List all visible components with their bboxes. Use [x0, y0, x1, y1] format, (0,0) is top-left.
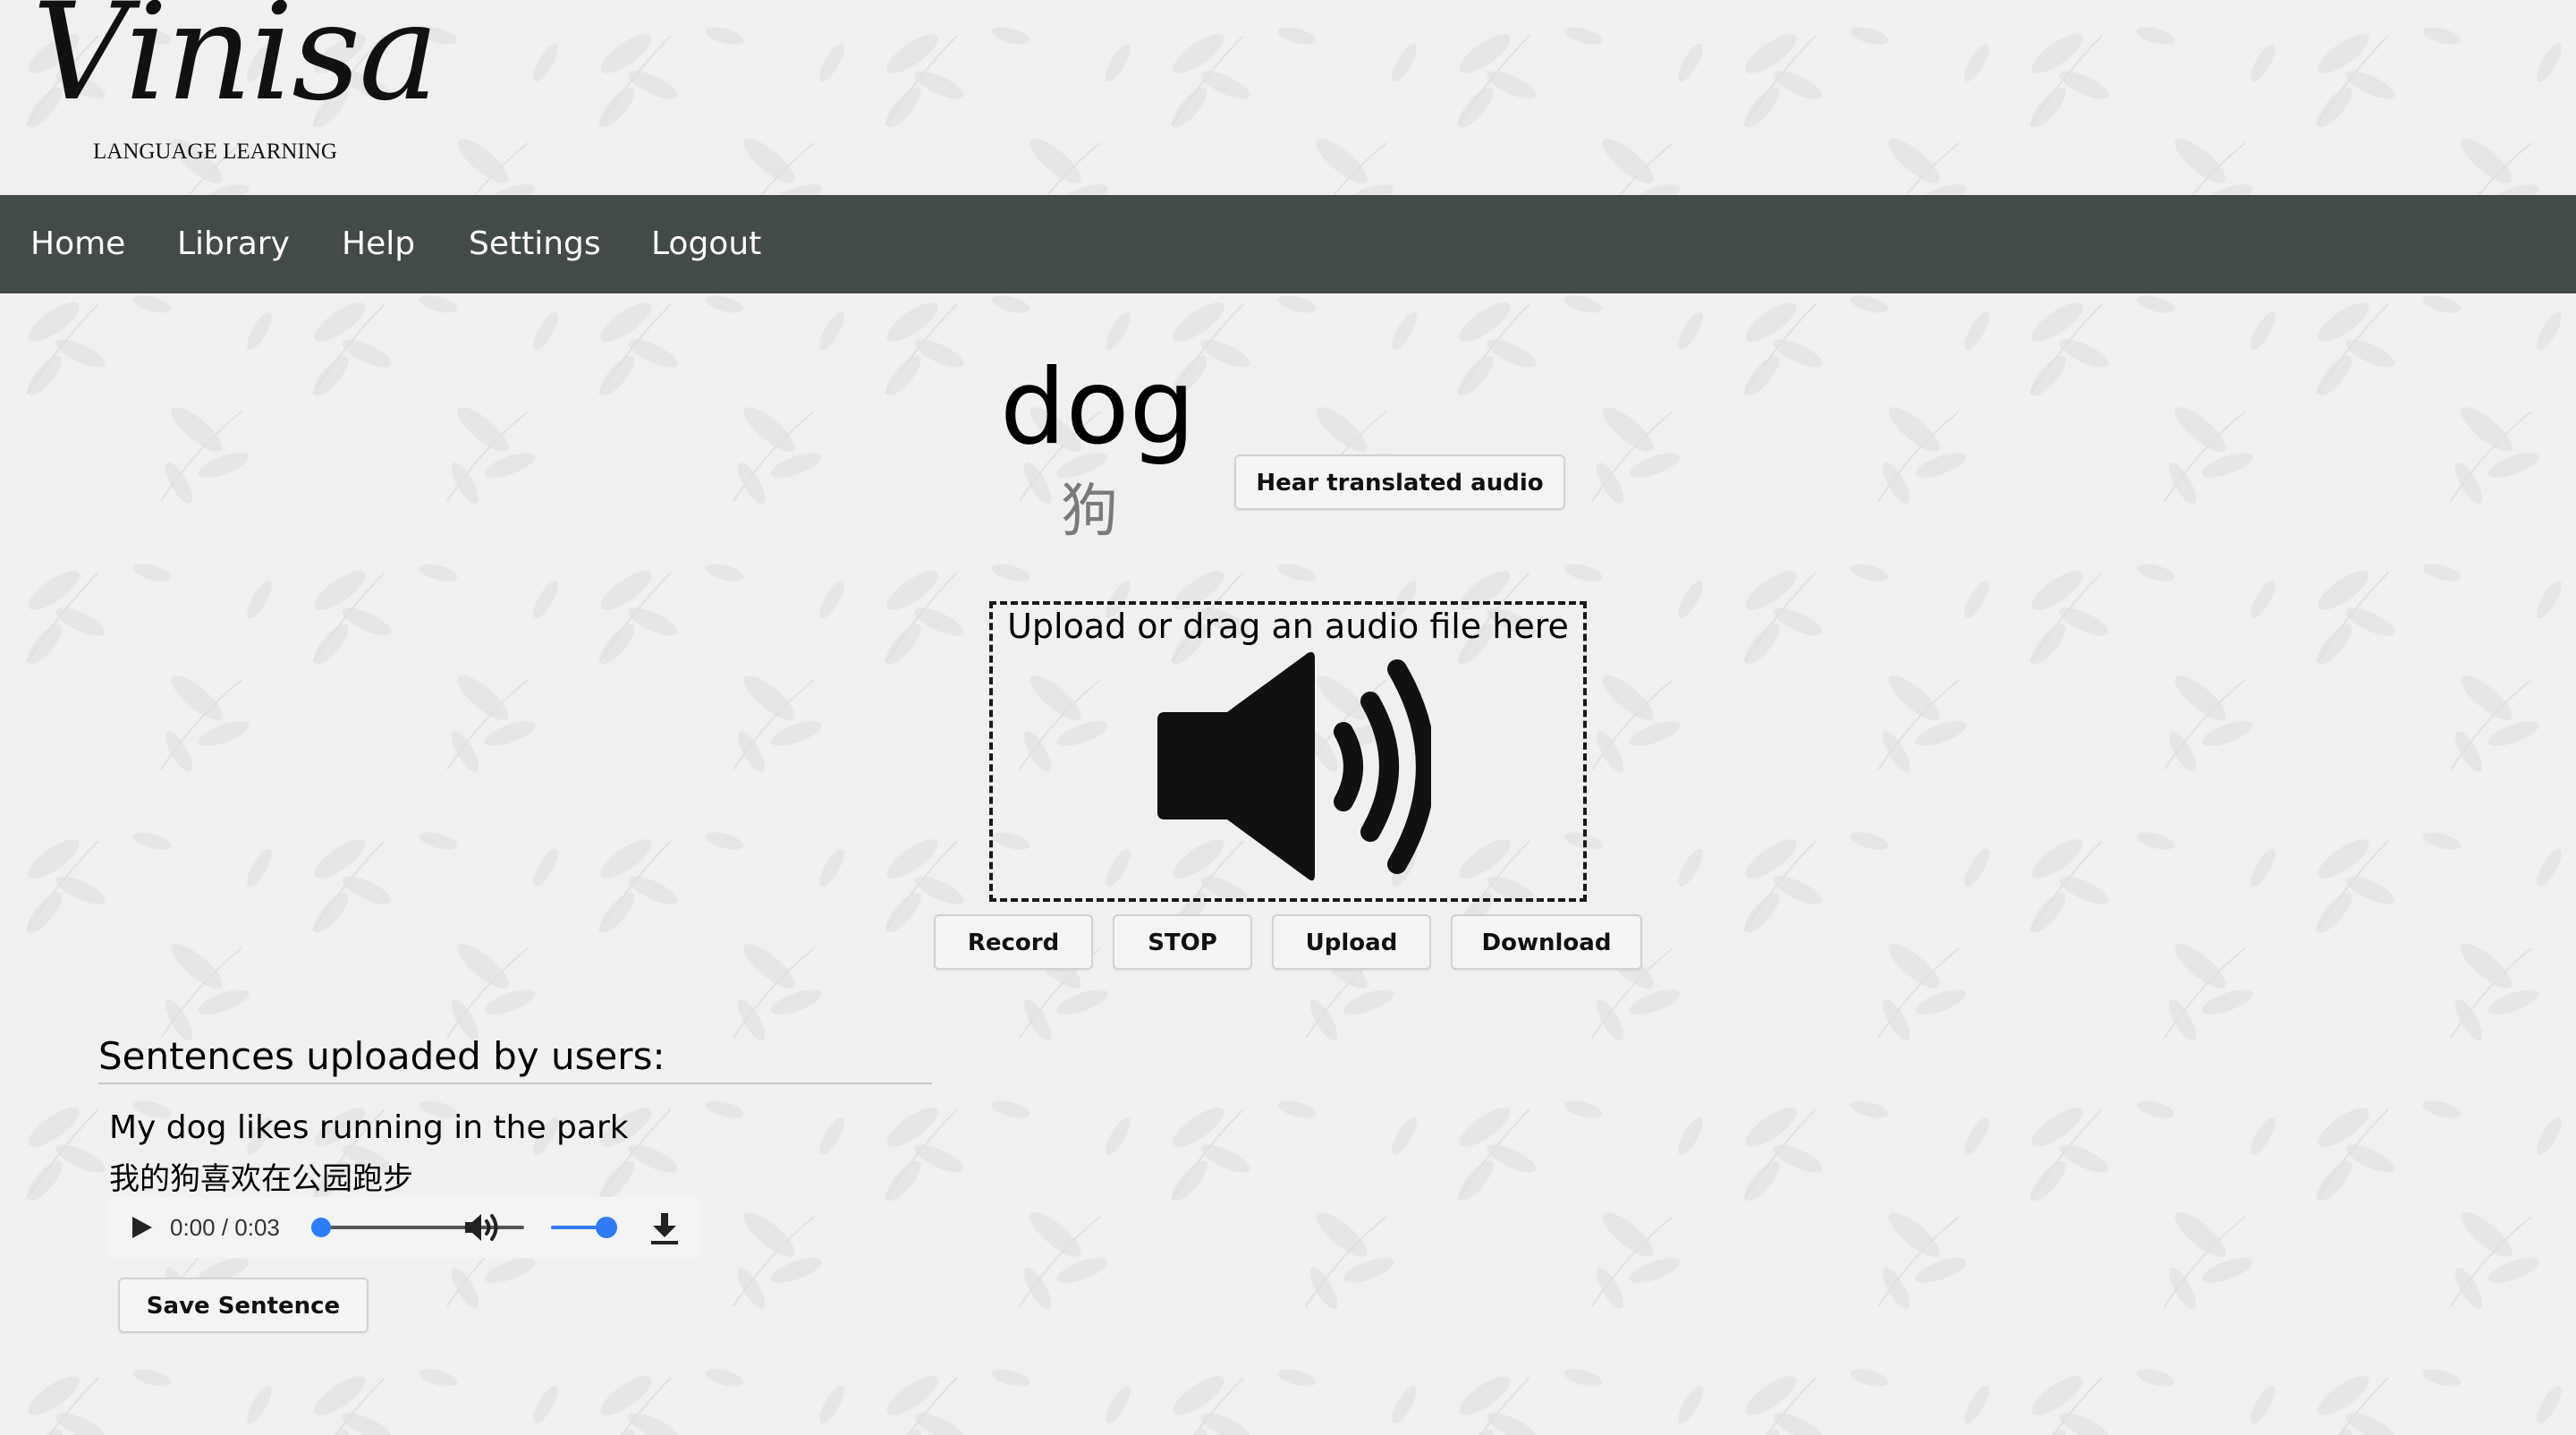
play-icon[interactable]	[129, 1215, 154, 1240]
speaker-icon	[1157, 651, 1431, 881]
nav-home[interactable]: Home	[30, 195, 125, 293]
volume-thumb[interactable]	[596, 1217, 617, 1238]
audio-player: 0:00 / 0:03	[109, 1197, 699, 1258]
main-navbar: Home Library Help Settings Logout	[0, 195, 2576, 293]
header: Vinisa LANGUAGE LEARNING	[0, 0, 2576, 195]
nav-library[interactable]: Library	[177, 195, 290, 293]
sentence-chinese: 我的狗喜欢在公园跑步	[109, 1161, 413, 1197]
logo-wordmark: Vinisa	[32, 0, 439, 131]
download-button[interactable]: Download	[1451, 914, 1642, 970]
volume-icon[interactable]	[463, 1211, 503, 1244]
dropzone-label: Upload or drag an audio file here	[1007, 607, 1569, 646]
progress-thumb[interactable]	[311, 1218, 331, 1237]
audio-dropzone[interactable]: Upload or drag an audio file here	[989, 601, 1587, 902]
nav-settings[interactable]: Settings	[469, 195, 601, 293]
word-translation: 狗	[1061, 479, 1118, 545]
sentences-section-title: Sentences uploaded by users:	[98, 1034, 665, 1078]
word-term: dog	[1000, 347, 1196, 468]
sentence-english: My dog likes running in the park	[109, 1109, 629, 1146]
audio-time-display: 0:00 / 0:03	[170, 1214, 280, 1241]
nav-help[interactable]: Help	[342, 195, 415, 293]
nav-logout[interactable]: Logout	[651, 195, 761, 293]
record-button[interactable]: Record	[934, 914, 1093, 970]
hear-translated-audio-button[interactable]: Hear translated audio	[1234, 454, 1565, 510]
logo[interactable]: Vinisa LANGUAGE LEARNING	[32, 0, 439, 164]
logo-subtitle: LANGUAGE LEARNING	[93, 140, 337, 164]
section-divider	[98, 1083, 932, 1084]
save-sentence-button[interactable]: Save Sentence	[118, 1278, 369, 1333]
upload-button[interactable]: Upload	[1272, 914, 1431, 970]
stop-button[interactable]: STOP	[1113, 914, 1252, 970]
volume-slider[interactable]	[551, 1217, 617, 1238]
download-icon[interactable]	[649, 1211, 680, 1245]
